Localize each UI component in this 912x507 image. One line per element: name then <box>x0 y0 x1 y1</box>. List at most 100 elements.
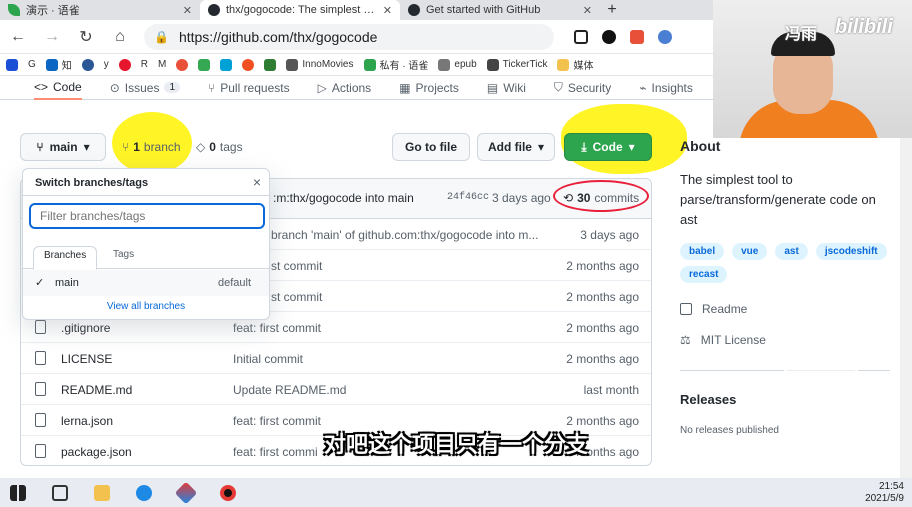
view-all-branches-link[interactable]: View all branches <box>23 301 269 312</box>
tab-wiki[interactable]: ▤ Wiki <box>487 76 526 100</box>
play-icon <box>784 354 858 416</box>
tab-insights[interactable]: ⌁ Insights <box>639 76 693 100</box>
bookmark-icon[interactable] <box>81 58 94 71</box>
code-icon: <> <box>34 79 49 94</box>
tab-issues[interactable]: ⊙ Issues 1 <box>110 76 181 100</box>
close-icon[interactable]: ✕ <box>583 4 592 17</box>
close-icon[interactable]: ✕ <box>383 4 392 17</box>
file-icon <box>35 351 46 365</box>
record-icon[interactable] <box>602 29 616 44</box>
branch-switcher-dropdown: Switch branches/tags × Branches Tags ✓ m… <box>22 168 270 320</box>
record-icon[interactable] <box>220 484 236 501</box>
book-icon <box>680 303 692 315</box>
extension-icon[interactable] <box>630 29 644 44</box>
bookmark-item[interactable]: M <box>158 59 166 70</box>
branch-icon: ⑂ <box>36 140 44 154</box>
lock-icon: 🔒 <box>154 29 169 44</box>
bookmark-item[interactable]: R <box>141 59 148 70</box>
bookmark-item[interactable]: y <box>104 59 109 70</box>
url-field[interactable]: 🔒 https://github.com/thx/gogocode <box>144 23 554 50</box>
caret-down-icon: ▾ <box>628 140 635 154</box>
bookmark-icon[interactable] <box>176 58 189 71</box>
browser-tab-gogocode[interactable]: thx/gogocode: The simplest tool ✕ <box>200 0 400 20</box>
bookmark-icon <box>286 58 299 71</box>
tab-branches[interactable]: Branches <box>33 246 98 270</box>
close-icon[interactable]: × <box>253 174 261 190</box>
bookmark-item[interactable]: 知 <box>45 57 72 72</box>
tab-code[interactable]: <> Code <box>34 76 82 100</box>
projects-icon: ▦ <box>399 80 411 95</box>
file-explorer-icon[interactable] <box>94 484 110 501</box>
file-icon <box>35 320 46 334</box>
license-link[interactable]: ⚖ MIT License <box>680 333 766 347</box>
browser-tab-get-started[interactable]: Get started with GitHub ✕ <box>400 0 600 20</box>
tab-projects[interactable]: ▦ Projects <box>399 76 459 100</box>
filter-branches-input[interactable] <box>29 203 265 229</box>
topic-tag[interactable]: jscodeshift <box>815 243 887 260</box>
shield-icon: ⛉ <box>553 80 563 94</box>
extension-icons <box>574 29 672 44</box>
table-row[interactable]: LICENSE Initial commit 2 months ago <box>21 343 651 374</box>
app-icon[interactable] <box>174 481 198 504</box>
go-to-file-button[interactable]: Go to file <box>392 133 470 161</box>
weibo-icon[interactable] <box>118 58 131 71</box>
caret-down-icon: ▾ <box>83 140 90 154</box>
tags-link[interactable]: ◇ 0 tags <box>196 140 243 154</box>
bilibili-watermark: bilibili <box>835 16 893 38</box>
douban-icon[interactable] <box>264 58 277 71</box>
tab-title: 演示 · 语雀 <box>26 5 80 17</box>
close-icon[interactable]: ✕ <box>183 4 192 17</box>
url-text: https://github.com/thx/gogocode <box>178 28 378 45</box>
browser-tab-yuque[interactable]: 演示 · 语雀 ✕ <box>0 0 200 20</box>
releases-heading[interactable]: Releases <box>680 392 736 407</box>
task-view-icon[interactable] <box>52 484 68 501</box>
tag-icon: ◇ <box>196 140 206 154</box>
commit-message[interactable]: :m:thx/gogocode into main <box>273 191 414 205</box>
bookmark-item[interactable]: epub <box>438 58 477 71</box>
back-icon[interactable]: ← <box>8 28 28 46</box>
about-heading: About <box>680 138 721 154</box>
topic-tag[interactable]: vue <box>732 243 768 260</box>
tab-actions[interactable]: ▷ Actions <box>318 76 372 100</box>
code-button[interactable]: ⤓ Code ▾ <box>564 133 652 161</box>
bookmark-item[interactable]: 私有 · 语雀 <box>363 57 428 72</box>
new-tab-button[interactable]: + <box>600 0 624 20</box>
tab-tags[interactable]: Tags <box>113 249 134 260</box>
bookmark-icon[interactable] <box>6 58 18 71</box>
commit-sha[interactable]: 24f46cc <box>447 192 489 203</box>
table-row[interactable]: README.md Update README.md last month <box>21 374 651 405</box>
edge-icon[interactable] <box>136 484 152 501</box>
bilibili-icon[interactable] <box>220 58 233 71</box>
bookmark-icon[interactable] <box>242 58 255 71</box>
reload-icon[interactable]: ↻ <box>76 27 96 47</box>
topic-tag[interactable]: ast <box>775 243 808 260</box>
screen-capture-icon[interactable] <box>574 29 588 44</box>
dropdown-tabs: Branches Tags <box>23 245 269 270</box>
branch-item-main[interactable]: ✓ main default <box>23 270 269 296</box>
branch-icon: ⑂ <box>122 140 130 154</box>
bookmark-item[interactable]: G <box>28 59 36 70</box>
add-file-button[interactable]: Add file ▾ <box>477 133 555 161</box>
taskbar-clock[interactable]: 21:54 2021/5/9 <box>865 481 904 505</box>
about-description: The simplest tool to parse/transform/gen… <box>680 172 876 227</box>
tab-title: thx/gogocode: The simplest tool <box>226 4 377 16</box>
branch-select-button[interactable]: ⑂ main ▾ <box>20 133 106 161</box>
home-icon[interactable]: ⌂ <box>110 28 130 46</box>
bookmark-item[interactable]: TickerTick <box>486 58 547 71</box>
windows-start-icon[interactable] <box>10 484 26 501</box>
clock-time: 21:54 <box>878 481 904 492</box>
bookmark-folder[interactable]: 媒体 <box>557 57 593 72</box>
readme-link[interactable]: Readme <box>680 302 747 316</box>
bookmark-item[interactable]: InnoMovies <box>286 58 354 71</box>
extension-icon[interactable] <box>658 29 672 44</box>
tab-pull-requests[interactable]: ⑂ Pull requests <box>208 76 290 100</box>
forward-icon[interactable]: → <box>42 28 62 46</box>
bookmark-icon <box>486 58 499 71</box>
caret-down-icon: ▾ <box>537 140 545 154</box>
bookmark-icon[interactable] <box>198 58 211 71</box>
tab-security[interactable]: ⛉ Security <box>554 76 611 100</box>
branches-link[interactable]: ⑂ 1 branch <box>122 140 181 154</box>
topic-tag[interactable]: recast <box>680 266 728 283</box>
topic-tag[interactable]: babel <box>680 243 725 260</box>
default-label: default <box>217 277 251 289</box>
